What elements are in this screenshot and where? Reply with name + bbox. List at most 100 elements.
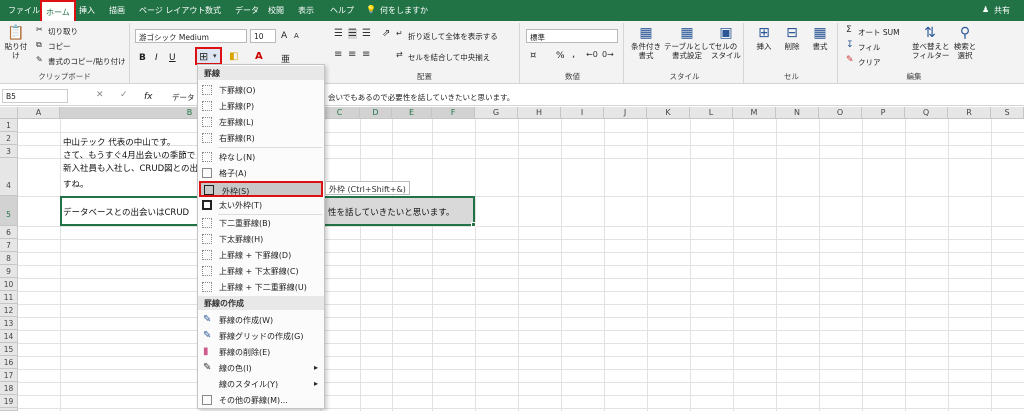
tab-page-layout[interactable]: ページ レイアウト [139, 5, 205, 16]
row-header[interactable]: 8 [0, 252, 18, 265]
orientation-icon[interactable]: ⇗ [382, 29, 390, 39]
row-header[interactable]: 1 [0, 119, 18, 132]
underline-button[interactable]: U [169, 53, 176, 63]
font-size-select[interactable]: 10 [250, 29, 276, 43]
column-header[interactable]: C [320, 107, 360, 119]
tell-me-search[interactable]: 何をしますか [380, 5, 428, 16]
tab-help[interactable]: ヘルプ [330, 5, 354, 16]
cell-b4-line2[interactable]: すね。 [63, 178, 89, 190]
align-top-icon[interactable]: ☰ [334, 29, 343, 39]
fill-color-icon[interactable]: ◧ [229, 52, 238, 62]
align-middle-icon[interactable]: ☰ [348, 29, 357, 39]
worksheet[interactable]: A B C D E F G H I J K L M N O P Q R S 1 … [0, 107, 1024, 411]
menu-item-right-border[interactable]: 右罫線(R) [198, 130, 324, 146]
column-header[interactable]: K [647, 107, 690, 119]
tab-view[interactable]: 表示 [298, 5, 314, 16]
row-header[interactable]: 9 [0, 265, 18, 278]
conditional-format-button[interactable]: ▦ 条件付き 書式 [628, 25, 664, 60]
column-header[interactable]: N [776, 107, 819, 119]
column-header[interactable]: Q [905, 107, 948, 119]
increase-decimal-icon[interactable]: ←0 [586, 51, 598, 59]
find-select-button[interactable]: ⚲ 検索と 選択 [948, 25, 982, 60]
menu-item-draw-border-grid[interactable]: ✎ 罫線グリッドの作成(G) [198, 328, 324, 344]
insert-cells-button[interactable]: ⊞ 挿入 [750, 25, 778, 51]
row-header[interactable]: 19 [0, 395, 18, 408]
column-header[interactable]: F [432, 107, 475, 119]
font-name-select[interactable]: 游ゴシック Medium [135, 29, 247, 43]
column-header[interactable]: J [604, 107, 647, 119]
row-header[interactable]: 5 [0, 196, 18, 226]
tab-draw[interactable]: 描画 [109, 5, 125, 16]
column-header[interactable]: H [518, 107, 561, 119]
check-icon[interactable]: ✓ [120, 91, 128, 100]
tab-formulas[interactable]: 数式 [205, 5, 221, 16]
cancel-icon[interactable]: ✕ [96, 91, 104, 100]
menu-item-thick-bottom[interactable]: 下太罫線(H) [198, 231, 324, 247]
row-header[interactable]: 11 [0, 291, 18, 304]
formula-content-start[interactable]: データ [172, 92, 195, 103]
autosum-button[interactable]: オート SUM [858, 27, 900, 38]
cell-b5-end[interactable]: 性を話していきたいと思います。 [328, 206, 454, 218]
menu-item-bottom-border[interactable]: 下罫線(O) [198, 82, 324, 98]
tab-home[interactable]: ホーム [40, 0, 76, 21]
function-button[interactable]: fx [144, 92, 153, 102]
row-header[interactable]: 4 [0, 158, 18, 196]
fill-button[interactable]: フィル [858, 42, 880, 53]
column-header[interactable]: D [360, 107, 392, 119]
name-box[interactable]: B5 [2, 89, 68, 103]
fill-handle[interactable] [471, 222, 476, 227]
menu-item-left-border[interactable]: 左罫線(L) [198, 114, 324, 130]
decrease-decimal-icon[interactable]: 0→ [602, 51, 614, 59]
percent-button[interactable]: % [556, 51, 565, 61]
row-header[interactable]: 13 [0, 317, 18, 330]
border-dropdown-button[interactable]: ⊞ ▾ [195, 47, 222, 65]
column-header[interactable]: I [561, 107, 604, 119]
menu-item-erase-border[interactable]: ▮ 罫線の削除(E) [198, 344, 324, 360]
menu-item-more-borders[interactable]: その他の罫線(M)... [198, 392, 324, 408]
menu-item-thick-box-border[interactable]: 太い外枠(T) [198, 197, 324, 213]
cell-b4-line1[interactable]: 新入社員も入社し、CRUD図との出 [63, 162, 198, 174]
menu-item-top-border[interactable]: 上罫線(P) [198, 98, 324, 114]
shrink-font-button[interactable]: A [294, 32, 299, 40]
column-header[interactable]: A [18, 107, 60, 119]
format-as-table-button[interactable]: ▦ テーブルとして 書式設定 [664, 25, 716, 60]
select-all-corner[interactable] [0, 107, 18, 119]
cell-b3[interactable]: さて、もうすぐ4月出会いの季節で [63, 149, 195, 161]
column-header[interactable]: G [475, 107, 518, 119]
tab-data[interactable]: データ [235, 5, 259, 16]
column-header[interactable]: M [733, 107, 776, 119]
row-header[interactable]: 7 [0, 239, 18, 252]
column-header[interactable]: R [948, 107, 991, 119]
row-header[interactable]: 3 [0, 145, 18, 158]
menu-item-bottom-double[interactable]: 下二重罫線(B) [198, 215, 324, 231]
share-button[interactable]: 共有 [994, 5, 1010, 16]
align-bottom-icon[interactable]: ☰ [362, 29, 371, 39]
paste-button[interactable]: 📋 貼り付け [2, 25, 30, 60]
grow-font-button[interactable]: A [281, 31, 287, 41]
cell-b2[interactable]: 中山テック 代表の中山です。 [63, 136, 175, 148]
format-cells-button[interactable]: ▦ 書式 [806, 25, 834, 51]
font-color-button[interactable]: A [255, 51, 263, 62]
row-header[interactable]: 12 [0, 304, 18, 317]
row-header[interactable]: 14 [0, 330, 18, 343]
align-right-icon[interactable]: ≡ [362, 50, 370, 60]
number-format-select[interactable]: 標準 [526, 29, 618, 43]
menu-item-no-border[interactable]: 枠なし(N) [198, 149, 324, 165]
cut-button[interactable]: 切り取り [48, 26, 78, 37]
wrap-text-button[interactable]: 折り返して全体を表示する [408, 31, 498, 42]
tab-insert[interactable]: 挿入 [79, 5, 95, 16]
menu-item-top-and-thick-bottom[interactable]: 上罫線 + 下太罫線(C) [198, 263, 324, 279]
format-painter-button[interactable]: 書式のコピー/貼り付け [48, 56, 126, 67]
column-header[interactable]: E [392, 107, 432, 119]
menu-item-top-and-bottom[interactable]: 上罫線 + 下罫線(D) [198, 247, 324, 263]
merge-center-button[interactable]: セルを結合して中央揃え [408, 52, 490, 63]
comma-button[interactable]: , [572, 49, 575, 60]
cell-b5-start[interactable]: データベースとの出会いはCRUD [63, 206, 189, 218]
currency-icon[interactable]: ¤ [530, 51, 536, 61]
row-header[interactable]: 18 [0, 382, 18, 395]
row-header[interactable]: 10 [0, 278, 18, 291]
menu-item-line-style[interactable]: 線のスタイル(Y) ▸ [198, 376, 324, 392]
column-header[interactable]: P [862, 107, 905, 119]
column-header[interactable]: S [991, 107, 1024, 119]
row-header[interactable]: 15 [0, 343, 18, 356]
